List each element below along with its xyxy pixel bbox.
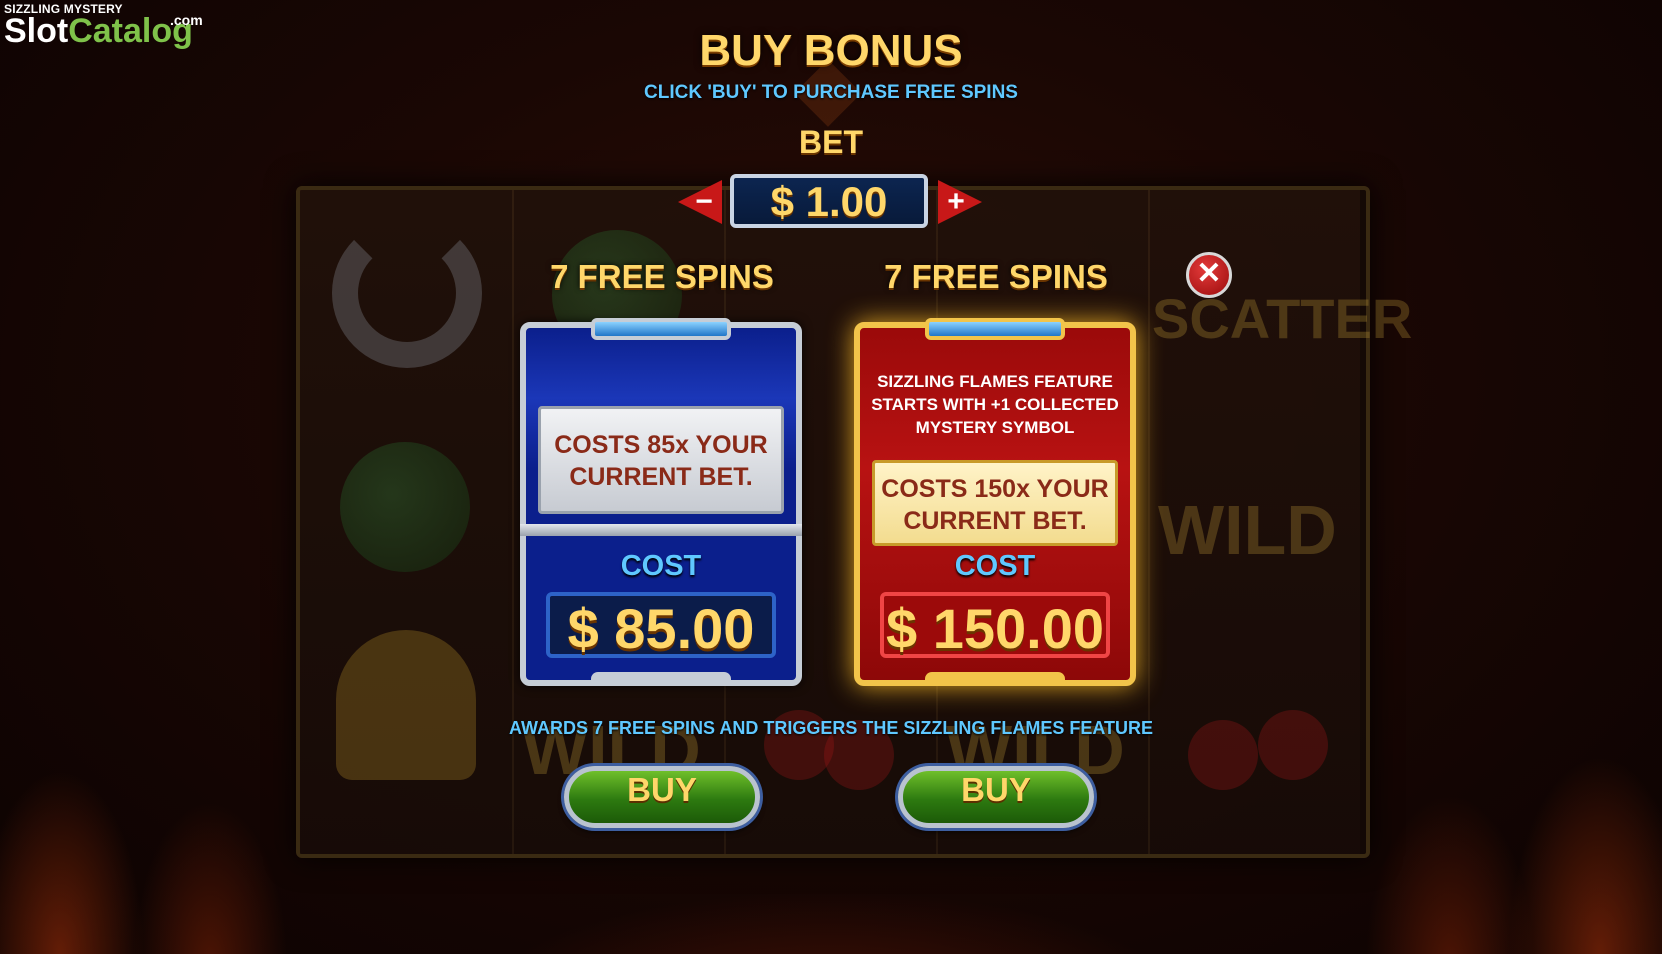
- bet-label: BET: [799, 124, 863, 160]
- bet-increase-button[interactable]: +: [938, 180, 982, 224]
- option-1-cost-label: COST: [620, 550, 702, 582]
- page-title: BUY BONUS: [699, 26, 963, 75]
- horseshoe-icon: [332, 218, 482, 368]
- scatter-symbol: SCATTER: [1152, 287, 1413, 350]
- buy-button-option-1[interactable]: BUY: [564, 766, 760, 828]
- bet-decrease-button[interactable]: −: [678, 180, 722, 224]
- awards-description: AWARDS 7 FREE SPINS AND TRIGGERS THE SIZ…: [508, 718, 1154, 738]
- option-2-price: $ 150.00: [880, 592, 1110, 660]
- card-tab: [925, 318, 1065, 340]
- option-2-cost-text: COSTS 150x YOUR CURRENT BET.: [872, 460, 1118, 546]
- plus-icon: +: [947, 185, 965, 218]
- close-icon: ✕: [1196, 257, 1222, 290]
- card-foot: [925, 672, 1065, 686]
- option-1-title: 7 FREE SPINS: [550, 258, 774, 295]
- option-2-card: SIZZLING FLAMES FEATURE STARTS WITH +1 C…: [854, 318, 1136, 686]
- option-1-card: COSTS 85x YOUR CURRENT BET. COST $ 85.00: [520, 318, 802, 686]
- card-tab: [591, 318, 731, 340]
- card-foot: [591, 672, 731, 686]
- option-2-feature-text: SIZZLING FLAMES FEATURE STARTS WITH +1 C…: [871, 372, 1119, 437]
- bet-value: $ 1.00: [730, 174, 928, 228]
- card-divider: [520, 524, 802, 536]
- close-button[interactable]: ✕: [1186, 252, 1232, 298]
- wild-symbol: WILD: [1158, 491, 1337, 569]
- reel-1: [300, 190, 514, 854]
- option-2-title: 7 FREE SPINS: [884, 258, 1108, 295]
- minus-icon: −: [695, 185, 713, 218]
- bet-control: − $ 1.00 +: [678, 174, 982, 232]
- buy-button-option-2[interactable]: BUY: [898, 766, 1094, 828]
- option-2-cost-label: COST: [954, 550, 1036, 582]
- watermelon-icon: [340, 442, 470, 572]
- option-1-price: $ 85.00: [546, 592, 776, 660]
- reel-5: SCATTER WILD: [1148, 190, 1412, 854]
- option-1-cost-text: COSTS 85x YOUR CURRENT BET.: [538, 406, 784, 514]
- page-subtitle: CLICK 'BUY' TO PURCHASE FREE SPINS: [644, 82, 1018, 103]
- bell-icon: [336, 630, 476, 780]
